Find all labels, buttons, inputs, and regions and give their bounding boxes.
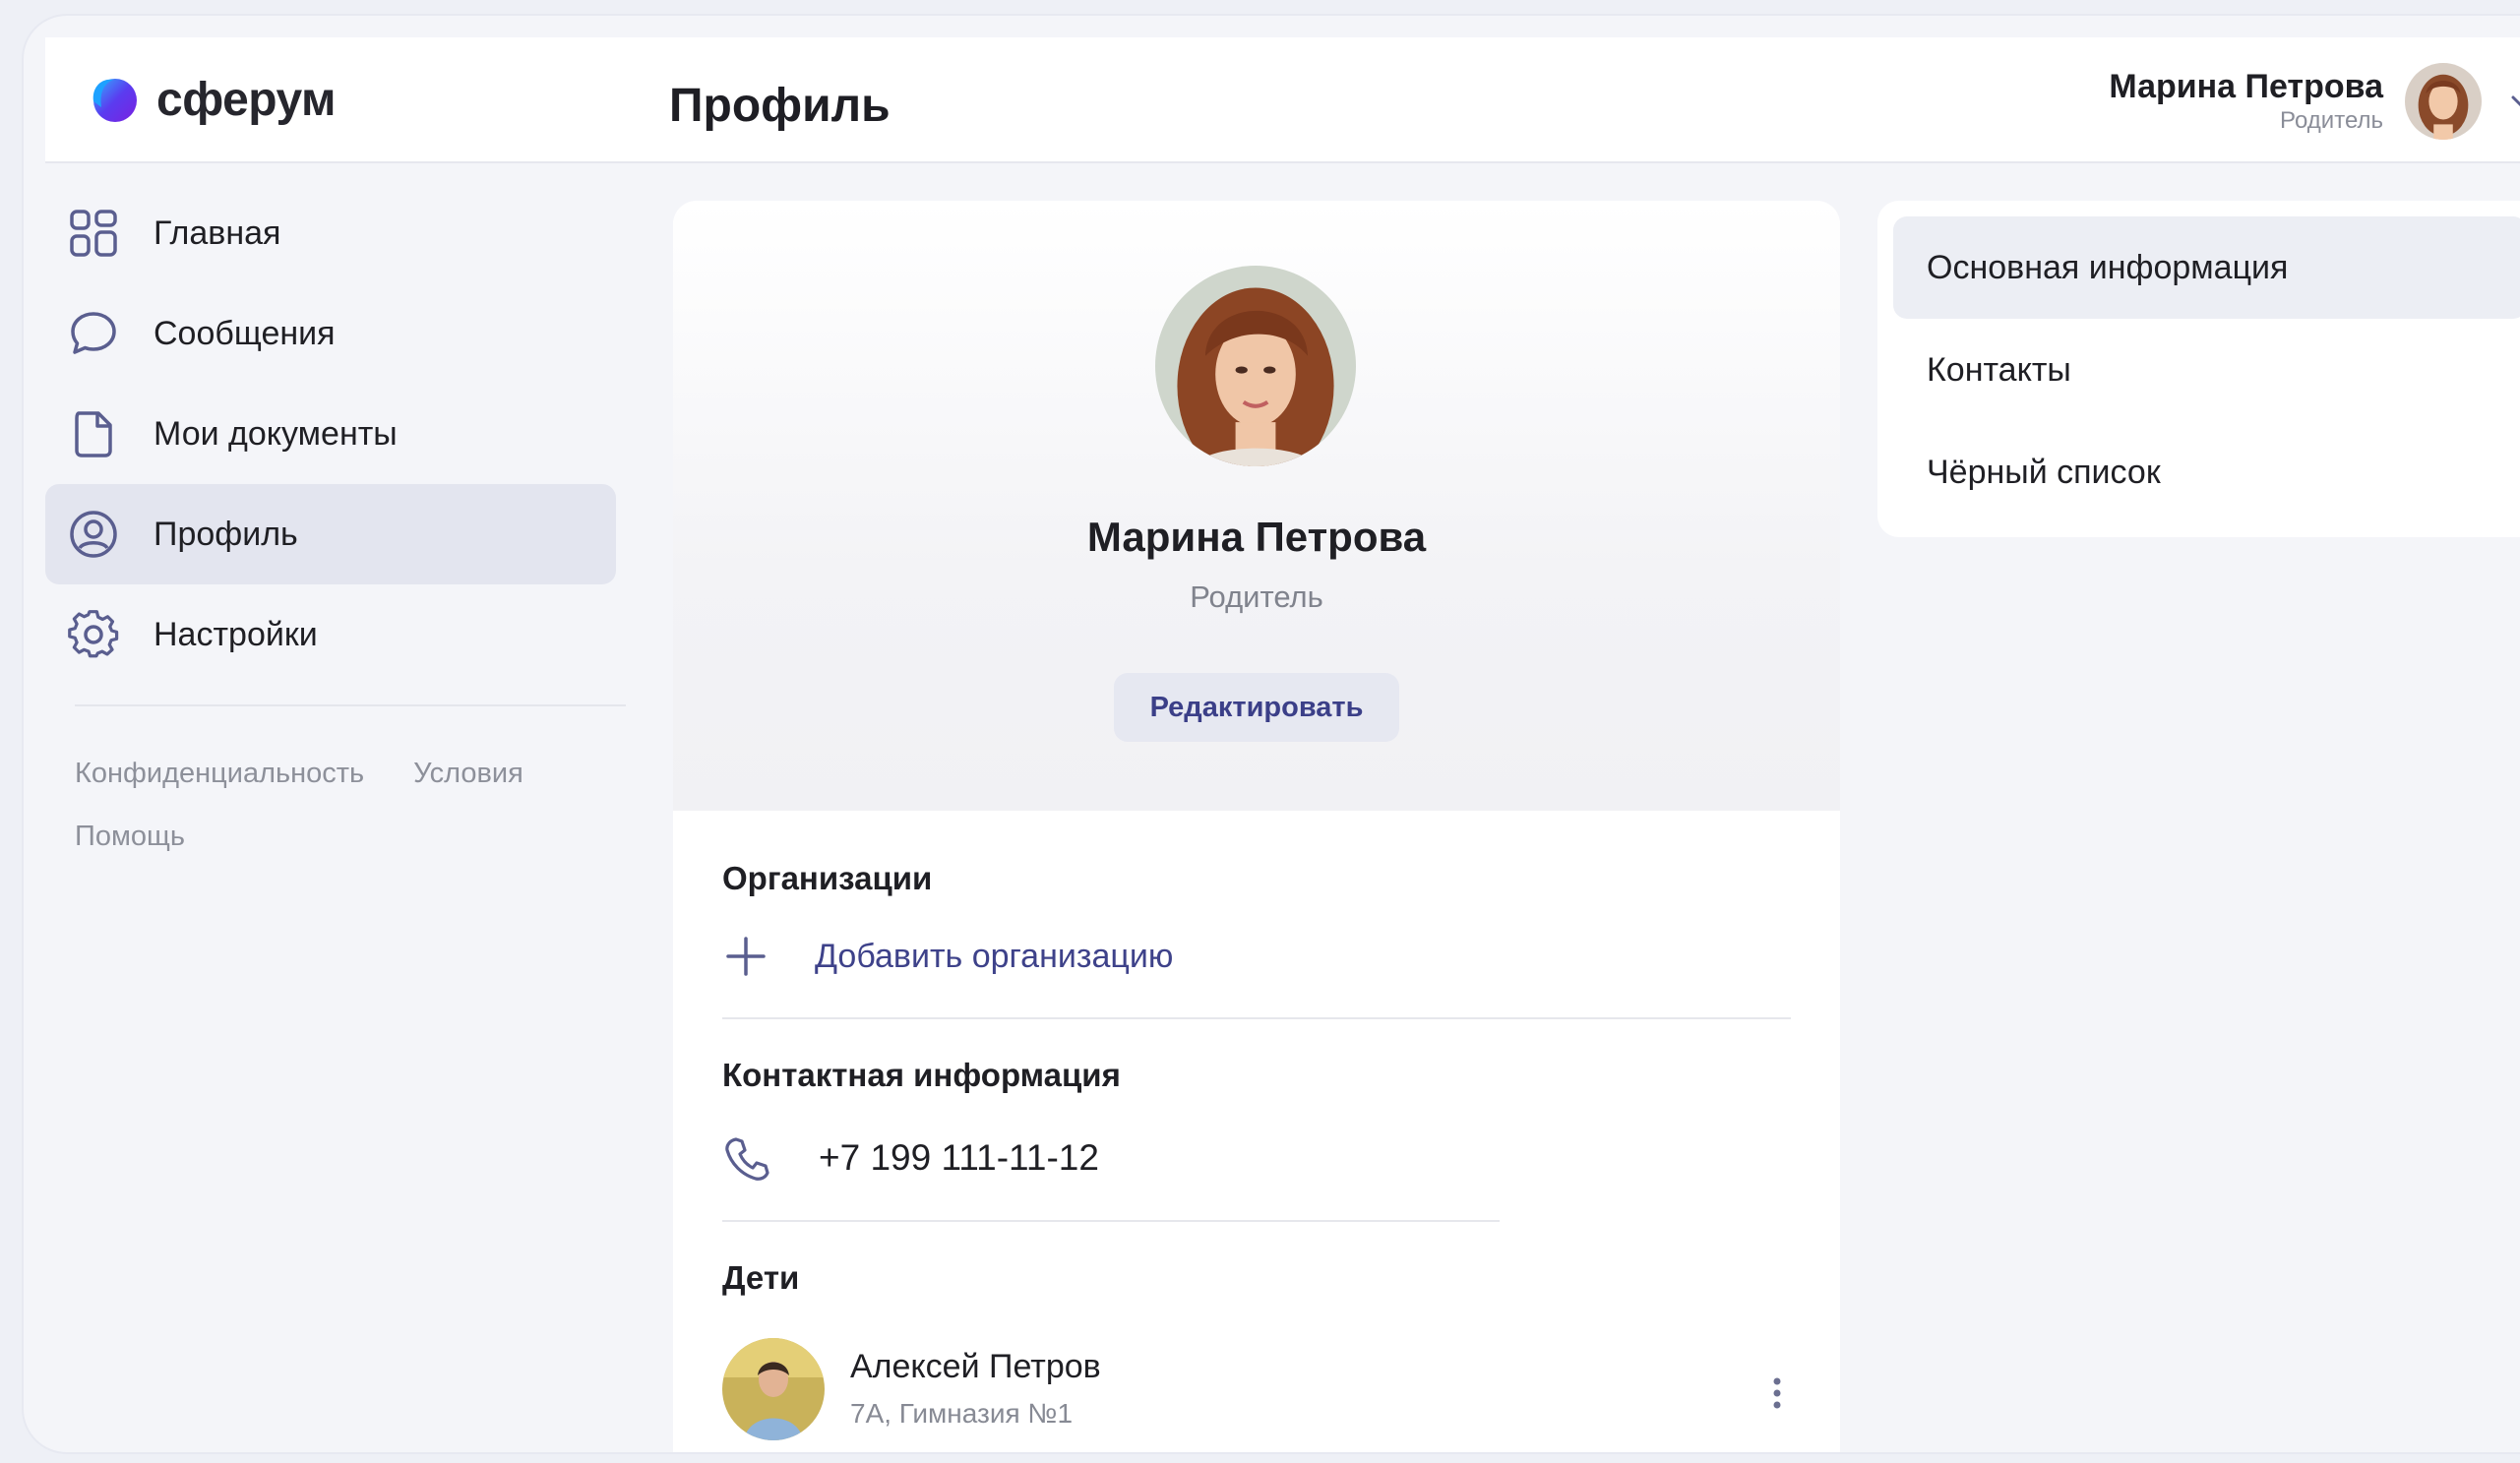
profile-hero: Марина Петрова Родитель Редактировать (673, 201, 1840, 811)
phone-row[interactable]: +7 199 111-11-12 (722, 1133, 1840, 1183)
phone-number: +7 199 111-11-12 (819, 1137, 1099, 1178)
sidebar-divider (75, 704, 626, 706)
divider (722, 1220, 1500, 1222)
grid-icon (70, 210, 117, 257)
contact-section: Контактная информация +7 199 111-11-12 (673, 1057, 1840, 1183)
children-section: Дети Алексей Петров 7А, Гимназия №1 (673, 1259, 1840, 1440)
child-name: Алексей Петров (850, 1348, 1101, 1385)
app-window: сферум Профиль Марина Петрова Родитель Г… (24, 16, 2520, 1452)
chevron-down-icon[interactable] (2507, 88, 2520, 115)
sidebar-item-profile[interactable]: Профиль (45, 484, 616, 584)
sferum-logo-icon (92, 79, 137, 122)
profile-avatar (1155, 266, 1356, 466)
user-name: Марина Петрова (2109, 68, 2383, 105)
more-vertical-icon[interactable] (1771, 1375, 1783, 1411)
gear-icon (68, 610, 119, 658)
child-avatar (722, 1338, 825, 1440)
sidebar-item-documents[interactable]: Мои документы (45, 384, 616, 484)
add-organization-label: Добавить организацию (815, 937, 1174, 975)
top-header: сферум Профиль Марина Петрова Родитель (45, 37, 2520, 163)
help-link[interactable]: Помощь (75, 821, 185, 853)
page-title: Профиль (669, 80, 891, 132)
logo-text: сферум (156, 73, 337, 126)
profile-name: Марина Петрова (1086, 514, 1427, 560)
privacy-link[interactable]: Конфиденциальность (75, 758, 364, 790)
menu-item-basic-info[interactable]: Основная информация (1893, 216, 2520, 319)
divider (722, 1017, 1791, 1019)
user-role: Родитель (2280, 107, 2383, 134)
profile-role: Родитель (1190, 579, 1323, 614)
child-info: Алексей Петров 7А, Гимназия №1 (850, 1345, 1101, 1433)
avatar[interactable] (2405, 63, 2482, 140)
section-title-organizations: Организации (722, 860, 933, 896)
document-icon (75, 411, 112, 457)
section-title-children: Дети (722, 1259, 800, 1296)
chat-bubble-icon (71, 312, 116, 354)
sidebar-item-label: Профиль (154, 515, 298, 553)
list-item[interactable]: Алексей Петров 7А, Гимназия №1 (722, 1338, 1840, 1440)
menu-item-contacts[interactable]: Контакты (1893, 319, 2520, 421)
edit-profile-button[interactable]: Редактировать (1114, 673, 1399, 742)
profile-sections-menu: Основная информация Контакты Чёрный спис… (1877, 201, 2520, 537)
user-info: Марина Петрова Родитель (2109, 67, 2383, 136)
sidebar: Главная Сообщения Мои документы Профиль (45, 183, 636, 868)
logo[interactable]: сферум (88, 70, 337, 129)
profile-card: Марина Петрова Родитель Редактировать Ор… (673, 201, 1840, 1452)
add-organization-button[interactable]: Добавить организацию (722, 933, 1840, 980)
child-school: 7А, Гимназия №1 (850, 1398, 1074, 1429)
terms-link[interactable]: Условия (413, 758, 523, 790)
sidebar-item-home[interactable]: Главная (45, 183, 616, 283)
sidebar-item-label: Мои документы (154, 414, 398, 453)
sidebar-item-label: Сообщения (154, 314, 336, 352)
plus-icon (726, 937, 766, 976)
menu-item-blacklist[interactable]: Чёрный список (1893, 421, 2520, 523)
sidebar-item-label: Главная (154, 213, 281, 252)
footer-links: Конфиденциальность Условия Помощь (45, 742, 636, 868)
organizations-section: Организации Добавить организацию (673, 860, 1840, 980)
phone-icon (725, 1137, 769, 1181)
user-circle-icon (70, 511, 117, 558)
section-title-contacts: Контактная информация (722, 1057, 1121, 1093)
sidebar-item-settings[interactable]: Настройки (45, 584, 616, 685)
sidebar-item-label: Настройки (154, 615, 318, 653)
sidebar-item-messages[interactable]: Сообщения (45, 283, 616, 384)
user-menu[interactable]: Марина Петрова Родитель (2109, 63, 2520, 140)
